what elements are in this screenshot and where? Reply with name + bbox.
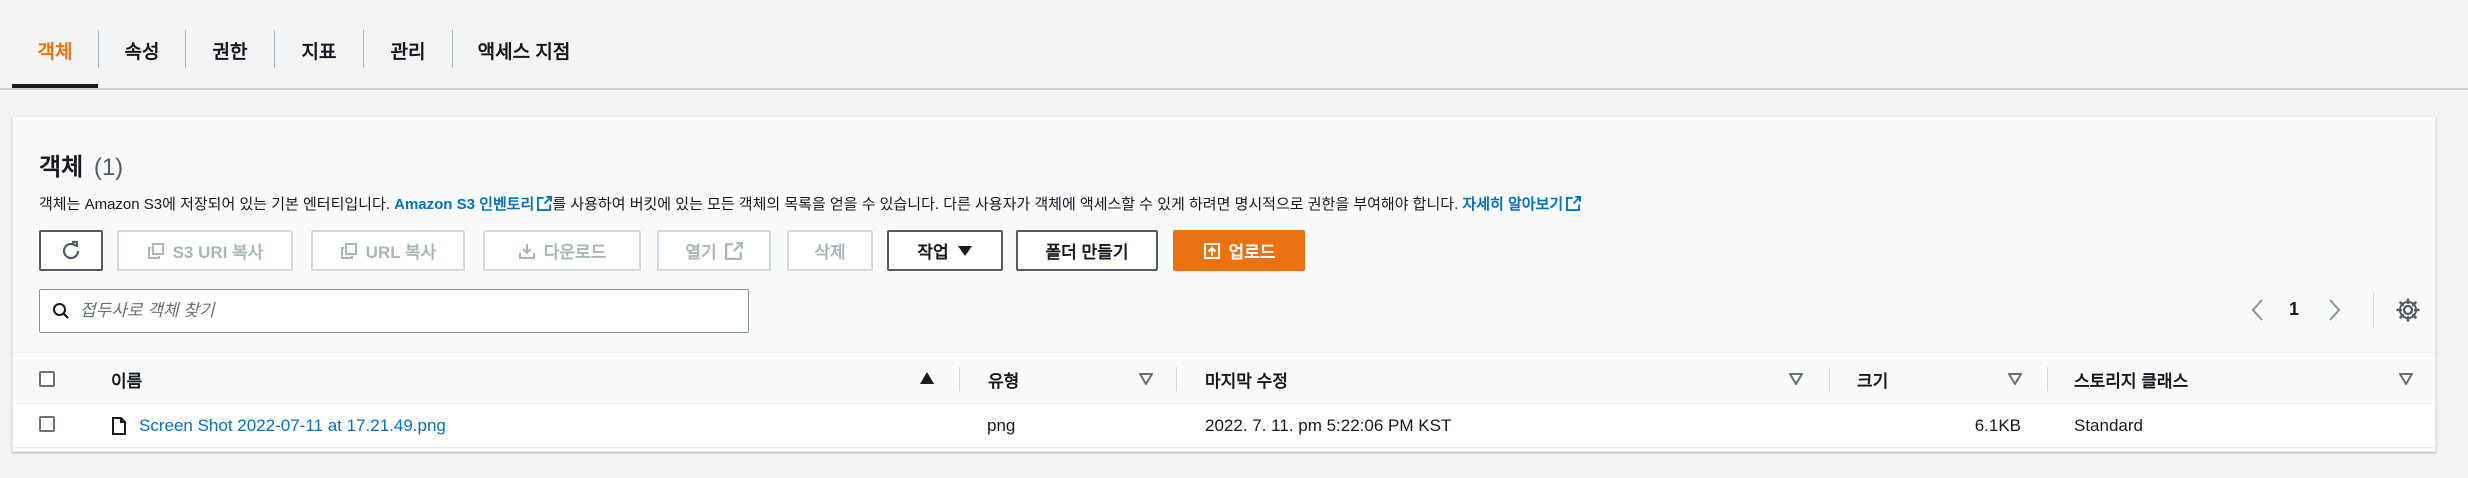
description-text: 객체는 Amazon S3에 저장되어 있는 기본 엔터티입니다. xyxy=(39,196,395,213)
s3-inventory-link[interactable]: Amazon S3 인벤토리 xyxy=(394,196,553,213)
upload-icon xyxy=(1203,242,1220,259)
table-row: Screen Shot 2022-07-11 at 17.21.49.png p… xyxy=(13,404,2435,448)
previous-page-icon[interactable] xyxy=(2247,295,2269,325)
open-label: 열기 xyxy=(685,243,717,262)
column-header-name[interactable]: 이름 xyxy=(111,353,142,405)
learn-more-link-label: 자세히 알아보기 xyxy=(1462,196,1564,213)
page-number-current[interactable]: 1 xyxy=(2289,299,2299,320)
object-count: (1) xyxy=(93,154,124,181)
external-link-icon xyxy=(1566,196,1582,211)
create-folder-label: 폴더 만들기 xyxy=(1045,243,1129,262)
file-icon xyxy=(112,417,126,435)
download-icon xyxy=(518,243,535,259)
copy-url-button[interactable]: URL 복사 xyxy=(311,230,465,271)
upload-label: 업로드 xyxy=(1228,243,1276,262)
gear-icon[interactable] xyxy=(2395,297,2421,323)
object-size: 6.1KB xyxy=(1974,416,2021,435)
copy-url-label: URL 복사 xyxy=(365,243,437,262)
copy-s3-uri-button[interactable]: S3 URI 복사 xyxy=(117,230,293,271)
copy-s3-uri-label: S3 URI 복사 xyxy=(172,243,264,262)
copy-icon xyxy=(147,242,164,259)
copy-icon xyxy=(340,242,357,259)
caret-down-icon xyxy=(957,245,972,256)
sort-icon[interactable] xyxy=(2399,373,2413,385)
delete-label: 삭제 xyxy=(814,243,846,262)
actions-dropdown[interactable]: 작업 xyxy=(887,230,1003,271)
s3-inventory-link-label: Amazon S3 인벤토리 xyxy=(394,196,535,213)
sort-icon[interactable] xyxy=(1139,373,1153,385)
object-storage-class: Standard xyxy=(2074,416,2143,435)
object-type: png xyxy=(987,416,1016,435)
refresh-button[interactable] xyxy=(39,230,103,271)
tab-properties[interactable]: 속성 xyxy=(99,28,185,72)
column-divider xyxy=(2047,367,2048,391)
panel-description: 객체는 Amazon S3에 저장되어 있는 기본 엔터티입니다. Amazon… xyxy=(39,193,1582,214)
column-divider xyxy=(959,367,960,391)
refresh-icon xyxy=(62,240,80,259)
sort-icon[interactable] xyxy=(1789,373,1803,385)
upload-button[interactable]: 업로드 xyxy=(1173,230,1305,271)
external-link-icon xyxy=(724,241,743,260)
panel-title: 객체 (1) xyxy=(39,147,123,182)
download-label: 다운로드 xyxy=(543,243,607,262)
description-text: 를 사용하여 버킷에 있는 모든 객체의 목록을 얻을 수 있습니다. 다른 사… xyxy=(552,196,1463,213)
search-input[interactable] xyxy=(80,301,740,321)
tab-objects[interactable]: 객체 xyxy=(12,28,98,72)
sort-icon[interactable] xyxy=(2008,373,2022,385)
select-all-checkbox[interactable] xyxy=(39,371,55,387)
download-button[interactable]: 다운로드 xyxy=(483,230,641,271)
objects-panel: 객체 (1) 객체는 Amazon S3에 저장되어 있는 기본 엔터티입니다.… xyxy=(12,116,2436,452)
pagination-divider xyxy=(2373,293,2374,329)
external-link-icon xyxy=(537,196,553,211)
search-icon xyxy=(53,303,69,319)
open-button[interactable]: 열기 xyxy=(657,230,771,271)
delete-button[interactable]: 삭제 xyxy=(787,230,873,271)
column-header-size[interactable]: 크기 xyxy=(1857,353,1888,405)
actions-label: 작업 xyxy=(917,243,949,262)
column-divider xyxy=(1176,367,1177,391)
object-last-modified: 2022. 7. 11. pm 5:22:06 PM KST xyxy=(1205,416,1452,435)
learn-more-link[interactable]: 자세히 알아보기 xyxy=(1462,196,1582,213)
row-checkbox[interactable] xyxy=(39,416,55,432)
table-header: 이름 유형 마지막 수정 크기 스토리지 클래스 xyxy=(13,352,2435,404)
tab-access-points[interactable]: 액세스 지점 xyxy=(453,28,595,72)
object-name: Screen Shot 2022-07-11 at 17.21.49.png xyxy=(139,416,446,435)
tab-bar: 객체 속성 권한 지표 관리 액세스 지점 xyxy=(0,0,2468,90)
column-header-type[interactable]: 유형 xyxy=(988,353,1019,405)
object-name-link[interactable]: Screen Shot 2022-07-11 at 17.21.49.png xyxy=(111,404,446,448)
tab-management[interactable]: 관리 xyxy=(364,28,452,72)
next-page-icon[interactable] xyxy=(2323,295,2345,325)
search-box xyxy=(39,289,749,333)
create-folder-button[interactable]: 폴더 만들기 xyxy=(1016,230,1158,271)
active-tab-indicator xyxy=(12,84,98,88)
sort-ascending-icon[interactable] xyxy=(919,371,935,385)
panel-title-text: 객체 xyxy=(39,154,84,181)
column-header-last-modified[interactable]: 마지막 수정 xyxy=(1205,353,1288,405)
tab-metrics[interactable]: 지표 xyxy=(275,28,363,72)
column-divider xyxy=(1829,367,1830,391)
column-header-storage-class[interactable]: 스토리지 클래스 xyxy=(2074,353,2188,405)
tab-permissions[interactable]: 권한 xyxy=(186,28,274,72)
